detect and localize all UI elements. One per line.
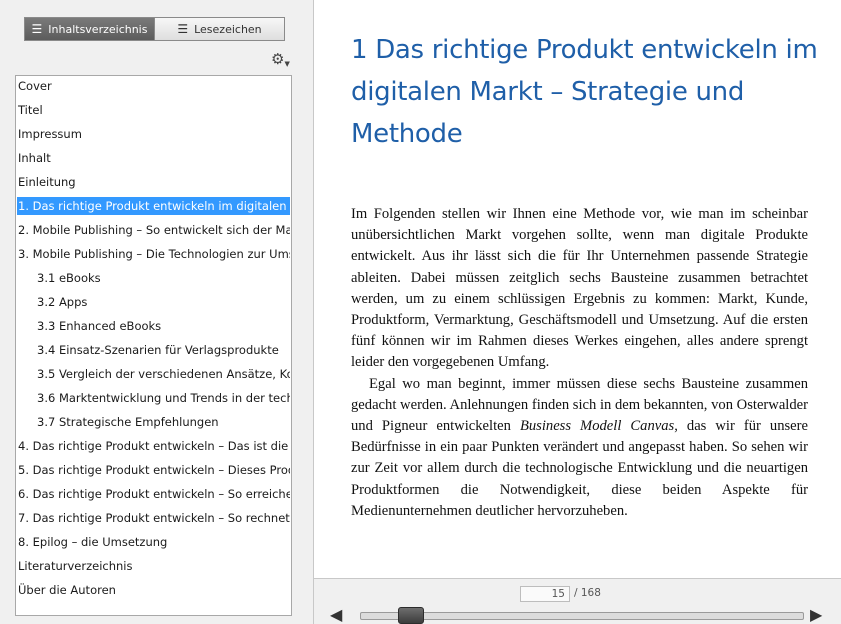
gear-icon[interactable]: ⚙▼ (271, 52, 290, 68)
toc-item[interactable]: 7. Das richtige Produkt entwickeln – So … (17, 509, 290, 527)
page-slider-track[interactable] (360, 612, 804, 620)
page-number-input[interactable]: 15 (520, 586, 570, 602)
toc-item[interactable]: 2. Mobile Publishing – So entwickelt sic… (17, 221, 290, 239)
chevron-down-icon: ▼ (284, 60, 290, 68)
bookmark-icon: ☰ (177, 22, 189, 36)
paragraph: Im Folgenden stellen wir Ihnen eine Meth… (351, 206, 808, 371)
toc-item[interactable]: 4. Das richtige Produkt entwickeln – Das… (17, 437, 290, 455)
toc-item[interactable]: Literaturverzeichnis (17, 557, 290, 575)
toc-item[interactable]: 3.2 Apps (17, 293, 290, 311)
toc-item[interactable]: Impressum (17, 125, 290, 143)
toc-item[interactable]: Inhalt (17, 149, 290, 167)
toc-item[interactable]: 1. Das richtige Produkt entwickeln im di… (17, 197, 290, 215)
reading-pane: 1 Das richtige Produkt entwickeln im dig… (314, 0, 841, 578)
toc-item[interactable]: 3.5 Vergleich der verschiedenen Ansätze,… (17, 365, 290, 383)
tab-bookmarks[interactable]: ☰ Lesezeichen (154, 18, 284, 40)
toc-item[interactable]: 5. Das richtige Produkt entwickeln – Die… (17, 461, 290, 479)
sidebar: ☰ Inhaltsverzeichnis ☰ Lesezeichen ⚙▼ Co… (0, 0, 314, 624)
navigation-bar: 15 / 168 ◀ ▶ (314, 578, 841, 624)
tab-label: Inhaltsverzeichnis (48, 22, 148, 36)
toc-item[interactable]: 6. Das richtige Produkt entwickeln – So … (17, 485, 290, 503)
tab-table-of-contents[interactable]: ☰ Inhaltsverzeichnis (25, 18, 154, 40)
toc-item[interactable]: Titel (17, 101, 290, 119)
chapter-title: 1 Das richtige Produkt entwickeln im dig… (351, 35, 818, 149)
book-title-emphasis: Business Modell Canvas (519, 418, 675, 435)
toc-item[interactable]: 3.1 eBooks (17, 269, 290, 287)
toc-item[interactable]: 3.3 Enhanced eBooks (17, 317, 290, 335)
toc-icon: ☰ (31, 22, 43, 36)
chapter-body: Im Folgenden stellen wir Ihnen eine Meth… (351, 204, 808, 522)
toc-item[interactable]: 3.6 Marktentwicklung und Trends in der t… (17, 389, 290, 407)
page-slider-thumb[interactable] (397, 607, 424, 624)
toc-item[interactable]: 3.4 Einsatz-Szenarien für Verlagsprodukt… (17, 341, 290, 359)
tab-label: Lesezeichen (194, 22, 262, 36)
table-of-contents-list: Cover Titel Impressum Inhalt Einleitung 1. Da… (15, 75, 292, 616)
arrow-right-icon[interactable]: ▶ (810, 607, 822, 623)
toc-item[interactable]: 8. Epilog – die Umsetzung (17, 533, 290, 551)
toc-item[interactable]: Cover (17, 77, 290, 95)
arrow-left-icon[interactable]: ◀ (330, 607, 342, 623)
toc-item[interactable]: 3. Mobile Publishing – Die Technologien … (17, 245, 290, 263)
toc-item[interactable]: Über die Autoren (17, 581, 290, 599)
toc-item[interactable]: 3.7 Strategische Empfehlungen (17, 413, 290, 431)
sidebar-tabs: ☰ Inhaltsverzeichnis ☰ Lesezeichen (24, 17, 285, 41)
page-total: / 168 (574, 587, 601, 599)
toc-item[interactable]: Einleitung (17, 173, 290, 191)
paragraph: Egal wo man beginnt, immer müssen diese … (351, 374, 808, 522)
